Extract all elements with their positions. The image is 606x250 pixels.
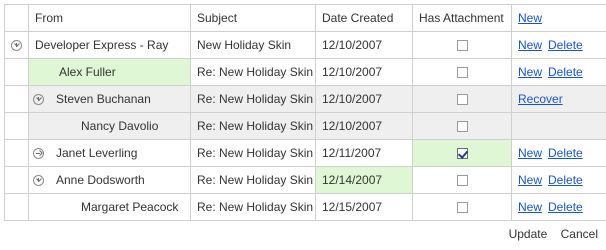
from-text: Anne Dodsworth	[56, 173, 145, 187]
command-cell	[511, 112, 606, 140]
attachment-cell	[412, 112, 512, 140]
table-row: Steven Buchanan Re: New Holiday Skin 12/…	[4, 85, 606, 113]
command-cell: New Delete	[511, 166, 606, 194]
from-cell: Nancy Davolio	[28, 112, 191, 140]
expand-cell	[4, 193, 29, 221]
attachment-checkbox[interactable]	[456, 94, 468, 106]
delete-link[interactable]: Delete	[548, 65, 583, 79]
collapse-icon[interactable]	[33, 175, 44, 187]
collapse-icon[interactable]	[33, 94, 44, 106]
header-row: From Subject Date Created Has Attachment…	[4, 4, 606, 32]
attachment-checkbox[interactable]	[456, 121, 468, 133]
attachment-cell	[412, 85, 512, 113]
date-cell: 12/10/2007	[315, 31, 413, 59]
table-row: Janet Leverling Re: New Holiday Skin 12/…	[4, 139, 606, 167]
new-link[interactable]: New	[518, 146, 542, 160]
update-button[interactable]: Update	[509, 227, 548, 241]
subject-cell: Re: New Holiday Skin	[190, 112, 316, 140]
table-row: Anne Dodsworth Re: New Holiday Skin 12/1…	[4, 166, 606, 194]
date-cell: 12/14/2007	[315, 166, 413, 194]
expand-cell	[4, 139, 29, 167]
tree-list-grid: From Subject Date Created Has Attachment…	[4, 4, 606, 221]
header-command-cell: New	[511, 4, 606, 32]
header-from[interactable]: From	[28, 4, 191, 32]
command-cell: New Delete	[511, 193, 606, 221]
table-row: Margaret Peacock Re: New Holiday Skin 12…	[4, 193, 606, 221]
expand-icon[interactable]	[33, 148, 44, 160]
expand-cell	[4, 85, 29, 113]
command-cell: New Delete	[511, 139, 606, 167]
from-cell: Janet Leverling	[28, 139, 191, 167]
subject-cell: Re: New Holiday Skin	[190, 85, 316, 113]
from-cell: Alex Fuller	[28, 58, 191, 86]
subject-cell: Re: New Holiday Skin	[190, 58, 316, 86]
attachment-checkbox[interactable]	[456, 175, 468, 187]
attachment-cell	[412, 31, 512, 59]
command-cell: New Delete	[511, 31, 606, 59]
subject-cell: New Holiday Skin	[190, 31, 316, 59]
subject-cell: Re: New Holiday Skin	[190, 193, 316, 221]
new-link[interactable]: New	[518, 38, 542, 52]
delete-link[interactable]: Delete	[548, 200, 583, 214]
attachment-checkbox[interactable]	[456, 202, 468, 214]
new-link[interactable]: New	[518, 65, 542, 79]
date-cell: 12/15/2007	[315, 193, 413, 221]
from-cell: Margaret Peacock	[28, 193, 191, 221]
recover-link[interactable]: Recover	[518, 92, 563, 106]
date-cell: 12/10/2007	[315, 112, 413, 140]
from-cell: Anne Dodsworth	[28, 166, 191, 194]
attachment-cell	[412, 58, 512, 86]
header-new-link[interactable]: New	[518, 11, 542, 25]
header-expand-cell	[4, 4, 29, 32]
command-cell: New Delete	[511, 58, 606, 86]
attachment-cell	[412, 139, 512, 167]
attachment-checkbox[interactable]	[456, 67, 468, 79]
attachment-cell	[412, 193, 512, 221]
new-link[interactable]: New	[518, 173, 542, 187]
delete-link[interactable]: Delete	[548, 173, 583, 187]
subject-cell: Re: New Holiday Skin	[190, 166, 316, 194]
cancel-button[interactable]: Cancel	[561, 227, 598, 241]
header-subject[interactable]: Subject	[190, 4, 316, 32]
attachment-checkbox[interactable]	[456, 40, 468, 52]
header-date-created[interactable]: Date Created	[315, 4, 413, 32]
expand-cell	[4, 166, 29, 194]
attachment-checkbox-checked[interactable]	[456, 148, 468, 160]
date-cell: 12/11/2007	[315, 139, 413, 167]
table-row: Nancy Davolio Re: New Holiday Skin 12/10…	[4, 112, 606, 140]
edit-footer: Update Cancel	[499, 227, 598, 241]
from-cell: Steven Buchanan	[28, 85, 191, 113]
subject-cell: Re: New Holiday Skin	[190, 139, 316, 167]
command-cell: Recover	[511, 85, 606, 113]
expand-cell[interactable]	[4, 31, 29, 59]
expand-cell	[4, 112, 29, 140]
date-cell: 12/10/2007	[315, 85, 413, 113]
table-row: Alex Fuller Re: New Holiday Skin 12/10/2…	[4, 58, 606, 86]
date-cell: 12/10/2007	[315, 58, 413, 86]
table-row: Developer Express - Ray New Holiday Skin…	[4, 31, 606, 59]
collapse-icon[interactable]	[11, 40, 22, 52]
delete-link[interactable]: Delete	[548, 146, 583, 160]
attachment-cell	[412, 166, 512, 194]
from-text: Steven Buchanan	[56, 92, 151, 106]
from-cell: Developer Express - Ray	[28, 31, 191, 59]
expand-cell	[4, 58, 29, 86]
delete-link[interactable]: Delete	[548, 38, 583, 52]
new-link[interactable]: New	[518, 200, 542, 214]
from-text: Janet Leverling	[56, 146, 138, 160]
header-has-attachment[interactable]: Has Attachment	[412, 4, 512, 32]
